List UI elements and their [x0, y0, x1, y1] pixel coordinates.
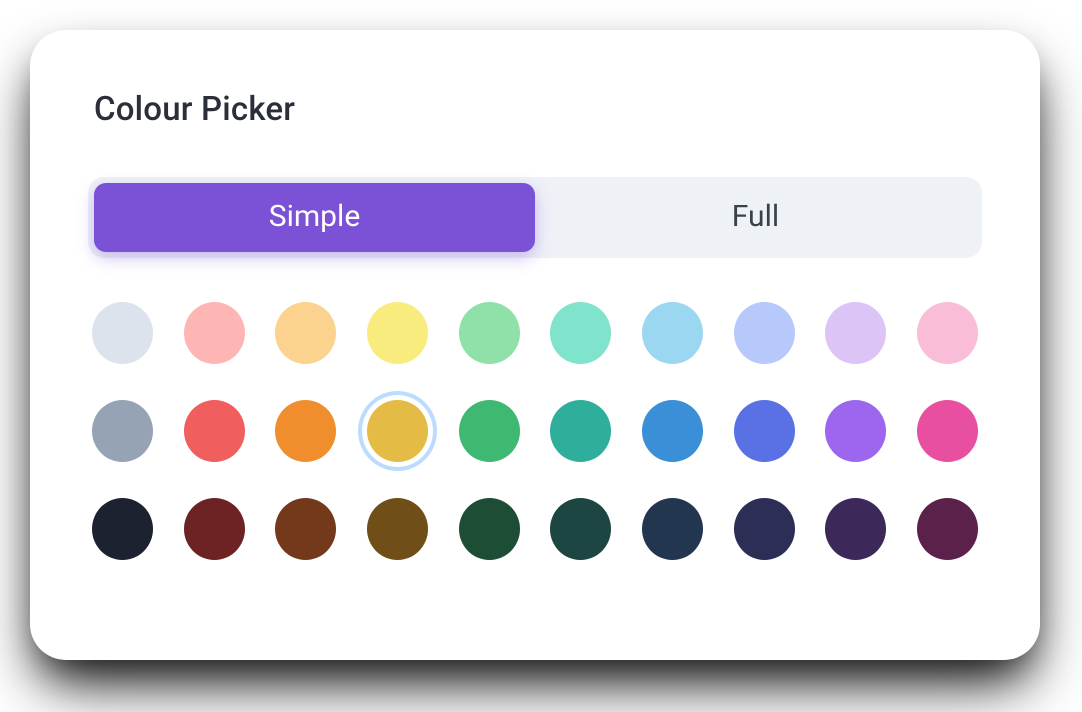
swatch-green-dark[interactable]: [459, 498, 520, 560]
swatch-dot[interactable]: [917, 498, 978, 560]
swatch-dot[interactable]: [367, 400, 428, 462]
swatch-slate-mid[interactable]: [92, 400, 153, 462]
swatch-dot[interactable]: [825, 302, 886, 364]
swatch-dot[interactable]: [92, 400, 153, 462]
swatch-dot[interactable]: [550, 400, 611, 462]
swatch-dot[interactable]: [275, 498, 336, 560]
swatch-dot[interactable]: [92, 302, 153, 364]
page-title: Colour Picker: [94, 90, 982, 129]
swatch-yellow-light[interactable]: [367, 302, 428, 364]
colour-picker-card: Colour Picker Simple Full: [30, 30, 1040, 660]
swatch-slate-light[interactable]: [92, 302, 153, 364]
swatch-pink-mid[interactable]: [917, 400, 978, 462]
swatch-blue-light[interactable]: [734, 302, 795, 364]
tab-full[interactable]: Full: [535, 183, 976, 252]
mode-segmented-control: Simple Full: [88, 177, 982, 258]
swatch-dot[interactable]: [734, 400, 795, 462]
swatch-blue-dark[interactable]: [734, 498, 795, 560]
swatch-blue-mid[interactable]: [734, 400, 795, 462]
swatch-pink-light[interactable]: [917, 302, 978, 364]
swatch-dot[interactable]: [642, 400, 703, 462]
swatch-dot[interactable]: [917, 400, 978, 462]
swatch-teal-dark[interactable]: [550, 498, 611, 560]
swatch-dot[interactable]: [367, 498, 428, 560]
swatch-dot[interactable]: [459, 302, 520, 364]
swatch-red-dark[interactable]: [184, 498, 245, 560]
swatch-yellow-dark[interactable]: [367, 498, 428, 560]
swatch-dot[interactable]: [825, 498, 886, 560]
swatch-purple-dark[interactable]: [825, 498, 886, 560]
swatch-yellow-mid[interactable]: [367, 400, 428, 462]
swatch-teal-light[interactable]: [550, 302, 611, 364]
swatch-pink-dark[interactable]: [917, 498, 978, 560]
swatch-purple-light[interactable]: [825, 302, 886, 364]
swatch-dot[interactable]: [642, 302, 703, 364]
swatch-sky-light[interactable]: [642, 302, 703, 364]
swatch-dot[interactable]: [459, 498, 520, 560]
swatch-red-mid[interactable]: [184, 400, 245, 462]
swatch-orange-mid[interactable]: [275, 400, 336, 462]
swatch-sky-mid[interactable]: [642, 400, 703, 462]
swatch-dot[interactable]: [825, 400, 886, 462]
swatch-dot[interactable]: [275, 400, 336, 462]
swatch-row: [92, 498, 978, 560]
tab-simple[interactable]: Simple: [94, 183, 535, 252]
swatch-orange-light[interactable]: [275, 302, 336, 364]
swatch-green-light[interactable]: [459, 302, 520, 364]
swatch-dot[interactable]: [184, 302, 245, 364]
swatch-dot[interactable]: [184, 400, 245, 462]
swatch-green-mid[interactable]: [459, 400, 520, 462]
swatch-dot[interactable]: [917, 302, 978, 364]
swatch-orange-dark[interactable]: [275, 498, 336, 560]
swatch-dot[interactable]: [734, 302, 795, 364]
swatch-dot[interactable]: [367, 302, 428, 364]
swatch-grid: [88, 302, 982, 560]
swatch-dot[interactable]: [734, 498, 795, 560]
swatch-purple-mid[interactable]: [825, 400, 886, 462]
swatch-sky-dark[interactable]: [642, 498, 703, 560]
swatch-dot[interactable]: [550, 498, 611, 560]
swatch-row: [92, 400, 978, 462]
swatch-dot[interactable]: [184, 498, 245, 560]
swatch-slate-dark[interactable]: [92, 498, 153, 560]
swatch-row: [92, 302, 978, 364]
swatch-dot[interactable]: [459, 400, 520, 462]
swatch-dot[interactable]: [642, 498, 703, 560]
swatch-dot[interactable]: [550, 302, 611, 364]
swatch-teal-mid[interactable]: [550, 400, 611, 462]
swatch-dot[interactable]: [92, 498, 153, 560]
swatch-dot[interactable]: [275, 302, 336, 364]
swatch-red-light[interactable]: [184, 302, 245, 364]
